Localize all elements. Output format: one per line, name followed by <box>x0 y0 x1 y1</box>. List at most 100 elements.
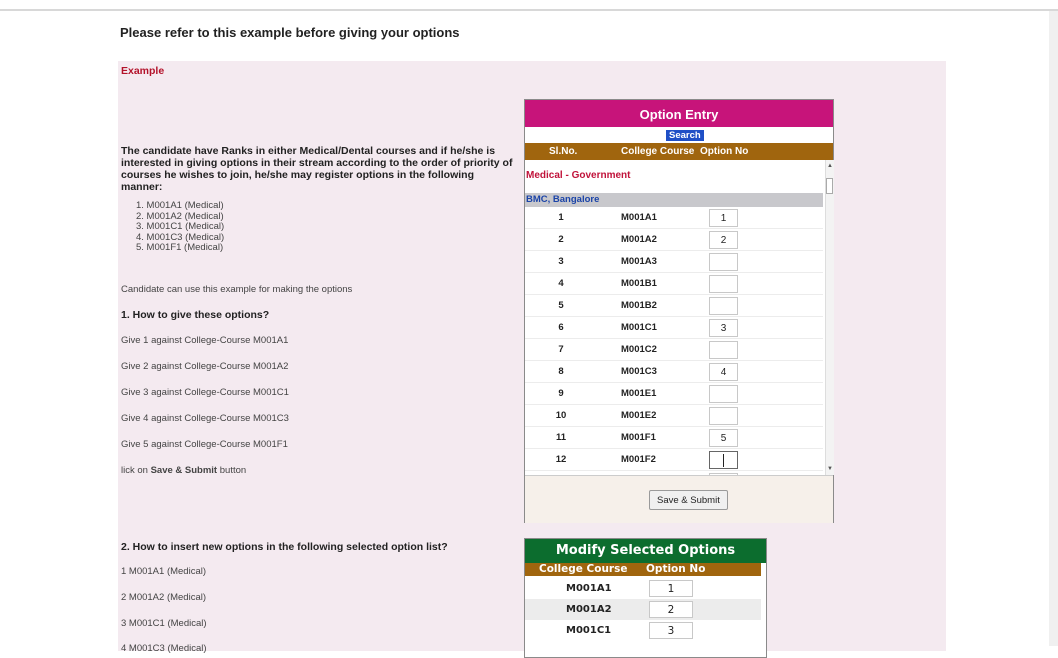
use-note: Candidate can use this example for makin… <box>121 284 353 295</box>
row-slno: 6 <box>558 322 564 333</box>
selected-item: 4 M001C3 (Medical) <box>121 643 207 654</box>
col-college-course: College Course <box>539 563 628 575</box>
table-row: M001A1 1 <box>525 578 761 599</box>
option-entry-column-header: Sl.No. College Course Option No <box>525 143 833 160</box>
table-row: 9 M001E1 <box>525 383 823 405</box>
row-course: M001E2 <box>621 410 657 421</box>
option-no-value: 5 <box>720 433 727 444</box>
table-row: M001C1 3 <box>525 620 761 641</box>
question-1: 1. How to give these options? <box>121 309 270 321</box>
option-no-input[interactable]: 3 <box>649 622 693 639</box>
row-slno: 5 <box>558 300 564 311</box>
table-row: 12 M001F2 <box>525 449 823 471</box>
modify-title: Modify Selected Options <box>525 539 766 563</box>
row-course: M001A2 <box>621 234 657 245</box>
row-course: M001B1 <box>621 278 657 289</box>
table-row: 10 M001E2 <box>525 405 823 427</box>
row-course: M001E1 <box>621 388 657 399</box>
option-no-input[interactable]: 3 <box>709 319 738 337</box>
selected-item: 1 M001A1 (Medical) <box>121 566 207 577</box>
row-course: M001C3 <box>621 366 657 377</box>
table-row: 6 M001C1 3 <box>525 317 823 339</box>
page-heading: Please refer to this example before givi… <box>120 25 460 40</box>
search-link[interactable]: Search <box>666 130 704 141</box>
row-slno: 1 <box>558 212 564 223</box>
row-slno: 10 <box>555 410 567 421</box>
college-label: BMC, Bangalore <box>525 193 823 207</box>
row-course: M001C1 <box>566 625 612 636</box>
option-no-input[interactable]: 1 <box>709 209 738 227</box>
row-course: M001B2 <box>621 300 657 311</box>
list-item: 3. M001C1 (Medical) <box>136 221 225 232</box>
option-entry-list: Medical - Government BMC, Bangalore 1 M00… <box>525 160 825 475</box>
row-slno: 11 <box>555 432 567 443</box>
click-instruction: lick on Save & Submit button <box>121 465 246 476</box>
click-suffix: button <box>217 465 247 476</box>
group-label: Medical - Government <box>526 170 631 181</box>
selected-item: 2 M001A2 (Medical) <box>121 592 207 603</box>
option-no-input[interactable] <box>709 297 738 315</box>
row-course: M001A1 <box>621 212 657 223</box>
row-course: M001A3 <box>621 256 657 267</box>
scroll-up-icon[interactable]: ▲ <box>827 163 833 169</box>
option-no-input[interactable]: 2 <box>649 601 693 618</box>
scroll-thumb[interactable] <box>826 178 833 194</box>
option-no-input[interactable]: 2 <box>709 231 738 249</box>
option-no-input[interactable] <box>709 341 738 359</box>
option-no-input[interactable]: 5 <box>709 429 738 447</box>
click-bold: Save & Submit <box>150 465 218 476</box>
row-slno: 8 <box>558 366 564 377</box>
modify-column-header: College Course Option No <box>525 563 761 576</box>
table-row: 8 M001C3 4 <box>525 361 823 383</box>
list-item: 5. M001F1 (Medical) <box>136 242 224 253</box>
table-row: 3 M001A3 <box>525 251 823 273</box>
step-4: Give 4 against College-Course M001C3 <box>121 413 289 424</box>
step-3: Give 3 against College-Course M001C1 <box>121 387 289 398</box>
row-course: M001F2 <box>621 454 656 465</box>
option-no-input[interactable] <box>709 385 738 403</box>
question-2: 2. How to insert new options in the foll… <box>121 541 448 553</box>
example-option-list: 1. M001A1 (Medical) 2. M001A2 (Medical) … <box>136 200 225 254</box>
table-row: 2 M001A2 2 <box>525 229 823 251</box>
row-course: M001C2 <box>621 344 657 355</box>
list-item: 1. M001A1 (Medical) <box>136 200 224 211</box>
table-row: 1 M001A1 1 <box>525 207 823 229</box>
click-prefix: lick on <box>121 465 151 476</box>
table-row: 7 M001C2 <box>525 339 823 361</box>
option-entry-footer: Save & Submit <box>525 475 833 523</box>
option-no-value: 1 <box>720 213 727 224</box>
row-slno: 3 <box>558 256 564 267</box>
text-caret <box>723 453 724 467</box>
option-no-value: 4 <box>720 367 727 378</box>
table-row: 4 M001B1 <box>525 273 823 295</box>
modify-selected-options-box: Modify Selected Options College Course O… <box>524 538 767 658</box>
option-no-input[interactable] <box>709 407 738 425</box>
top-divider <box>0 9 1058 11</box>
option-no-input[interactable] <box>709 275 738 293</box>
option-entry-box: Option Entry Search Sl.No. College Cours… <box>524 99 834 523</box>
table-row: M001A2 2 <box>525 599 761 620</box>
row-course: M001F1 <box>621 432 656 443</box>
table-row: 5 M001B2 <box>525 295 823 317</box>
scrollbar[interactable]: ▲ ▼ <box>825 160 834 475</box>
step-1: Give 1 against College-Course M001A1 <box>121 335 289 346</box>
row-course: M001C1 <box>621 322 657 333</box>
row-slno: 4 <box>558 278 564 289</box>
option-entry-title: Option Entry <box>525 100 833 127</box>
row-slno: 7 <box>558 344 564 355</box>
option-no-input[interactable]: 4 <box>709 363 738 381</box>
row-course: M001A2 <box>566 604 612 615</box>
example-label: Example <box>121 65 165 77</box>
row-slno: 2 <box>558 234 564 245</box>
step-5: Give 5 against College-Course M001F1 <box>121 439 288 450</box>
option-no-input[interactable] <box>709 253 738 271</box>
page-scrollbar[interactable] <box>1049 11 1058 646</box>
selected-item: 3 M001C1 (Medical) <box>121 618 207 629</box>
col-slno: Sl.No. <box>549 146 578 157</box>
option-no-input[interactable] <box>709 451 738 469</box>
row-course: M001A1 <box>566 583 612 594</box>
scroll-down-icon[interactable]: ▼ <box>827 466 833 472</box>
option-no-input[interactable]: 1 <box>649 580 693 597</box>
save-submit-button[interactable]: Save & Submit <box>649 490 728 510</box>
option-no-value: 2 <box>720 235 727 246</box>
